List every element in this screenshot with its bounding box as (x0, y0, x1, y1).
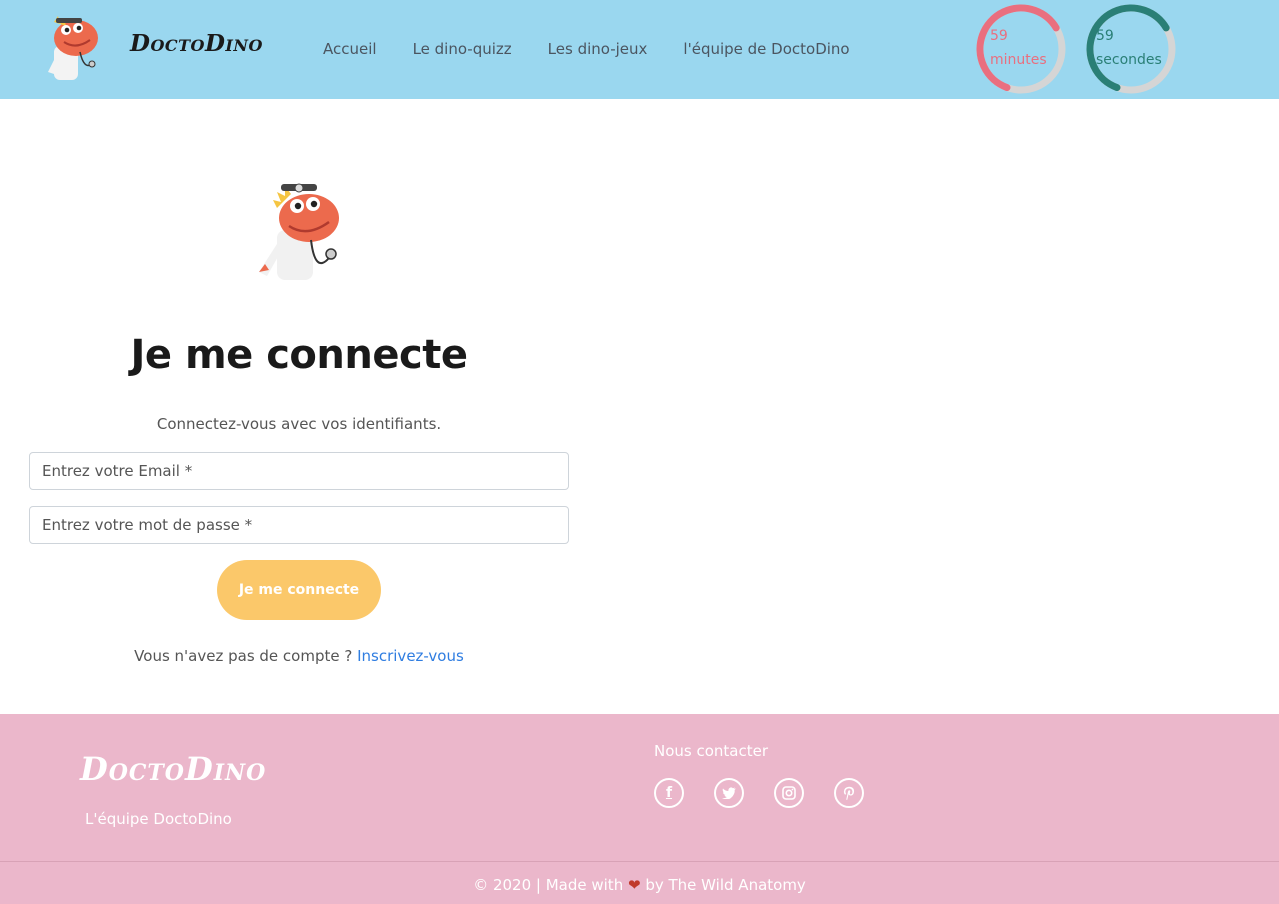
dino-logo-icon[interactable] (40, 12, 100, 86)
footer-brand: DoctoDino (80, 750, 267, 788)
seconds-ring (1086, 4, 1176, 94)
login-subtitle: Connectez-vous avec vos identifiants. (156, 415, 442, 433)
login-button[interactable]: Je me connecte (217, 560, 381, 620)
twitter-icon[interactable] (714, 778, 744, 808)
nav-link-accueil[interactable]: Accueil (323, 40, 377, 58)
social-links: f (654, 778, 894, 808)
signup-prompt: Vous n'avez pas de compte ? Inscrivez-vo… (29, 647, 569, 665)
minutes-value: 59 (990, 28, 1008, 44)
minutes-timer: 59 minutes (976, 4, 1066, 94)
footer-divider (0, 861, 1279, 862)
copyright-left: © 2020 | Made with (473, 876, 624, 894)
brand-name[interactable]: DoctoDino (130, 30, 263, 57)
signup-link[interactable]: Inscrivez-vous (357, 647, 464, 665)
heart-icon: ❤ (627, 876, 641, 894)
copyright-right: by The Wild Anatomy (645, 876, 806, 894)
facebook-icon[interactable]: f (654, 778, 684, 808)
top-navbar: DoctoDino Accueil Le dino-quizz Les dino… (0, 0, 1279, 99)
copyright: © 2020 | Made with ❤ by The Wild Anatomy (0, 876, 1279, 894)
minutes-unit: minutes (990, 52, 1047, 68)
instagram-icon[interactable] (774, 778, 804, 808)
nav-link-equipe[interactable]: l'équipe de DoctoDino (683, 40, 849, 58)
contact-heading: Nous contacter (654, 742, 769, 760)
signup-prompt-text: Vous n'avez pas de compte ? (134, 647, 353, 665)
page-title: Je me connecte (130, 332, 468, 378)
nav-link-dino-jeux[interactable]: Les dino-jeux (548, 40, 648, 58)
nav-link-dino-quizz[interactable]: Le dino-quizz (413, 40, 512, 58)
footer-team-text: L'équipe DoctoDino (85, 810, 232, 828)
seconds-value: 59 (1096, 28, 1114, 44)
minutes-ring (976, 4, 1066, 94)
pinterest-icon[interactable] (834, 778, 864, 808)
dino-doctor-illustration (259, 183, 339, 280)
seconds-unit: secondes (1096, 52, 1162, 68)
seconds-timer: 59 secondes (1086, 4, 1176, 94)
footer: DoctoDino L'équipe DoctoDino Nous contac… (0, 714, 1279, 904)
email-field[interactable] (29, 452, 569, 490)
main-nav: Accueil Le dino-quizz Les dino-jeux l'éq… (323, 40, 886, 58)
password-field[interactable] (29, 506, 569, 544)
